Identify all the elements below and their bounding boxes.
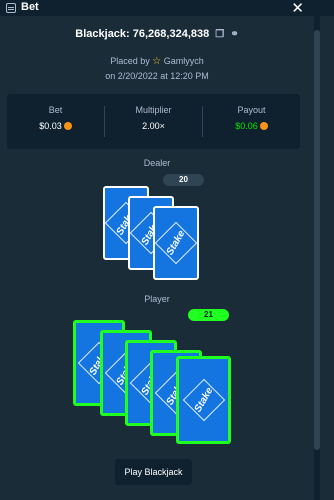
receipt-icon	[6, 3, 16, 13]
copy-icon[interactable]: ❐	[215, 29, 224, 40]
payout-value: $0.06	[235, 121, 258, 131]
payout-value-row: $0.06	[203, 121, 300, 131]
dealer-label: Dealer	[143, 158, 171, 168]
close-icon[interactable]: ✕	[291, 0, 304, 17]
star-icon: ☆	[152, 56, 162, 67]
user-name[interactable]: Gamlyych	[164, 56, 204, 66]
coin-icon	[63, 122, 72, 130]
coin-icon	[259, 122, 268, 130]
bet-title-text: Blackjack: 76,268,324,838	[75, 28, 210, 40]
bet-value: $0.03	[39, 121, 62, 131]
multiplier-label: Multiplier	[135, 105, 172, 115]
placed-by: Placed by ☆ Gamlyych	[0, 56, 314, 67]
window-title: Bet	[21, 1, 39, 13]
multiplier-value: 2.00×	[142, 121, 165, 131]
bet-label: Bet	[48, 105, 63, 115]
stat-multiplier: Multiplier 2.00×	[105, 94, 202, 149]
player-card: Stake	[176, 356, 231, 444]
bet-value-row: $0.03	[7, 121, 104, 131]
link-icon[interactable]: ⚭	[230, 29, 238, 40]
placed-by-label: Placed by	[110, 56, 150, 66]
bet-title: Blackjack: 76,268,324,838 ❐ ⚭	[0, 28, 314, 40]
scrollbar-thumb[interactable]	[314, 30, 320, 450]
stats-box: Bet $0.03 Multiplier 2.00× Payout $0.06	[7, 94, 300, 149]
payout-label: Payout	[237, 105, 266, 115]
scrollbar[interactable]	[314, 16, 320, 500]
stat-bet: Bet $0.03	[7, 94, 104, 149]
bet-details-panel: Blackjack: 76,268,324,838 ❐ ⚭ Placed by …	[0, 16, 314, 500]
dealer-score: 20	[163, 174, 204, 186]
dealer-card: Stake	[153, 206, 199, 280]
player-score: 21	[188, 309, 229, 321]
player-label: Player	[144, 294, 170, 304]
play-blackjack-button[interactable]: Play Blackjack	[115, 459, 192, 485]
stat-payout: Payout $0.06	[203, 94, 300, 149]
bet-date: on 2/20/2022 at 12:20 PM	[105, 71, 209, 81]
window-titlebar: Bet ✕	[0, 0, 334, 17]
